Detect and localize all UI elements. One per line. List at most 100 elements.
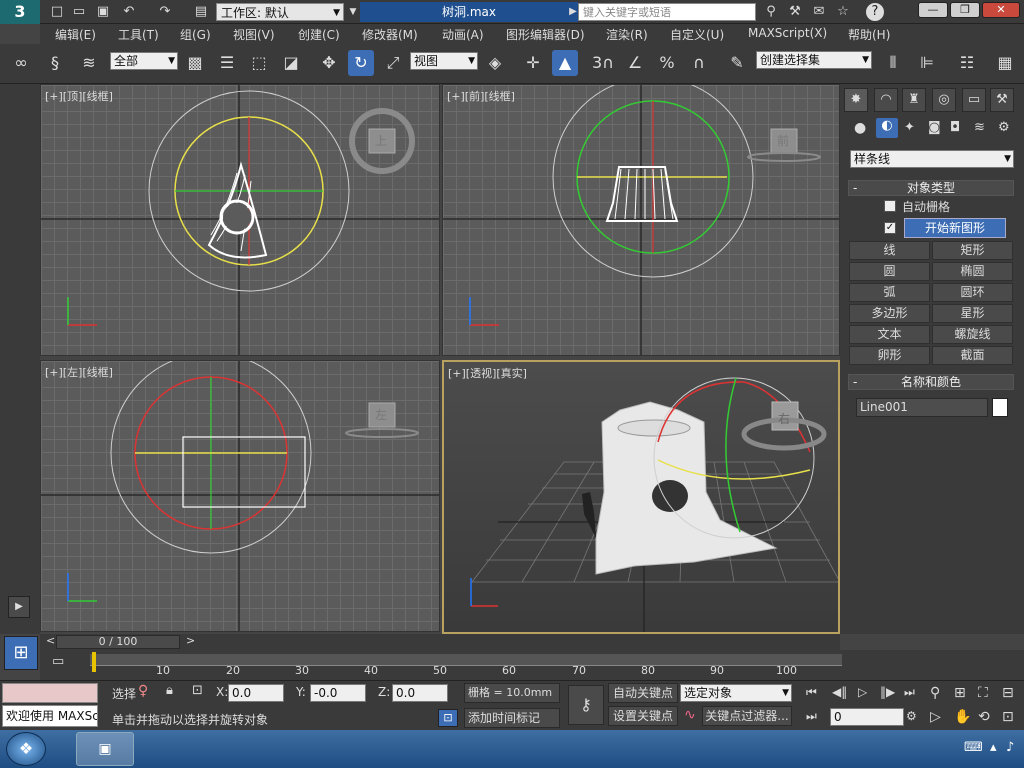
time-next-icon[interactable]: > [186,634,195,647]
prev-frame-icon[interactable]: ◀‖ [832,685,847,699]
workspace-dropdown[interactable]: 工作区: 默认 ▼ [216,3,344,21]
select-object-icon[interactable]: ▩ [182,50,208,76]
redo-icon[interactable]: ↷ [156,3,174,21]
utilities-tab-icon[interactable]: ⚒ [990,88,1014,112]
geometry-category-icon[interactable]: ● [854,120,866,136]
binoculars-icon[interactable]: ⚲ [762,3,780,21]
start-new-shape-checkbox[interactable]: ✓ [884,222,896,234]
time-prev-icon[interactable]: < [46,634,55,647]
mini-curve-editor-icon[interactable]: ▭ [52,654,64,669]
object-type-rollout-header[interactable]: - 对象类型 [848,180,1014,196]
time-config-icon[interactable]: ⚙ [906,709,917,723]
project-folder-icon[interactable]: ▤ [192,3,210,21]
circle-button[interactable]: 圆 [849,262,930,281]
section-button[interactable]: 截面 [932,346,1013,365]
angle-snap-icon[interactable]: ∠ [622,50,648,76]
start-new-shape-button[interactable]: 开始新图形 [904,218,1006,238]
zoom-extents-all-icon[interactable]: ⊟ [1002,685,1014,701]
current-frame-marker[interactable] [92,652,96,672]
expand-scene-explorer-button[interactable]: ▶ [8,596,30,618]
x-coordinate-input[interactable]: 0.0 [228,684,284,702]
percent-snap-icon[interactable]: % [654,50,680,76]
new-file-icon[interactable]: □ [48,3,66,21]
set-key-button[interactable]: 设置关键点 [608,706,678,726]
viewport-front[interactable]: [+][前][线框] 前 [442,84,840,356]
helpers-category-icon[interactable]: ◘ [950,120,960,135]
auto-key-button[interactable]: 自动关键点 [608,683,678,703]
time-slider[interactable]: 0 / 100 [56,635,180,649]
favorites-star-icon[interactable]: ☆ [834,3,852,21]
layer-manager-icon[interactable]: ☷ [954,50,980,76]
select-move-icon[interactable]: ✥ [316,50,342,76]
rectangle-button[interactable]: 矩形 [932,241,1013,260]
unlink-icon[interactable]: § [42,50,68,76]
rectangular-selection-icon[interactable]: ⬚ [246,50,272,76]
zoom-all-icon[interactable]: ⊞ [954,685,966,701]
menu-modifiers[interactable]: 修改器(M) [362,26,418,43]
menu-rendering[interactable]: 渲染(R) [606,26,648,43]
menu-views[interactable]: 视图(V) [233,26,275,43]
pivot-center-icon[interactable]: ◈ [482,50,508,76]
object-name-input[interactable]: Line001 [856,398,988,417]
arc-button[interactable]: 弧 [849,283,930,302]
selection-filter-dropdown[interactable]: 全部 ▼ [110,52,178,70]
edit-named-selection-icon[interactable]: ✎ [724,50,750,76]
viewcube-front-face[interactable]: 前 [777,132,789,149]
maximize-viewport-icon[interactable]: ⊡ [1002,709,1014,725]
tray-arrow-icon[interactable]: ▴ [990,740,997,755]
field-of-view-icon[interactable]: ▷ [930,709,941,725]
add-time-tag-button[interactable]: 添加时间标记 [464,708,560,728]
shapes-category-icon[interactable]: ◐ [876,118,898,138]
name-color-rollout-header[interactable]: - 名称和颜色 [848,374,1014,390]
z-coordinate-input[interactable]: 0.0 [392,684,448,702]
next-frame-icon[interactable]: ‖▶ [880,685,895,699]
menu-maxscript[interactable]: MAXScript(X) [748,26,827,40]
keyboard-tray-icon[interactable]: ⌨ [964,740,983,755]
track-bar-ruler[interactable] [90,654,842,666]
zoom-extents-icon[interactable]: ⛶ [978,685,988,701]
app-logo-button[interactable]: 3 [0,0,40,24]
auto-grid-checkbox[interactable] [884,200,896,212]
create-tab-icon[interactable]: ✸ [844,88,868,112]
systems-category-icon[interactable]: ⚙ [998,120,1010,135]
close-button[interactable]: ✕ [982,2,1020,18]
current-frame-input[interactable]: 0 [830,708,904,726]
donut-button[interactable]: 圆环 [932,283,1013,302]
select-rotate-icon[interactable]: ↻ [348,50,374,76]
category-dropdown[interactable]: 样条线 ▼ [850,150,1014,168]
line-button[interactable]: 线 [849,241,930,260]
ellipse-button[interactable]: 椭圆 [932,262,1013,281]
object-color-swatch[interactable] [992,398,1008,417]
key-filters-button[interactable]: 关键点过滤器... [702,706,792,726]
taskbar-3dsmax-icon[interactable]: ▣ [76,732,134,766]
ngon-button[interactable]: 多边形 [849,304,930,323]
menu-customize[interactable]: 自定义(U) [670,26,724,43]
lights-category-icon[interactable]: ✦ [904,120,915,135]
snaps-toggle-icon[interactable]: 3∩ [590,50,616,76]
motion-tab-icon[interactable]: ◎ [932,88,956,112]
selection-lock-icon[interactable]: 🔒︎ [166,683,173,698]
play-icon[interactable]: ▷ [858,685,867,699]
orbit-icon[interactable]: ⟲ [978,709,990,725]
undo-icon[interactable]: ↶ [120,3,138,21]
cameras-category-icon[interactable]: ◙ [928,120,941,135]
reference-coordinate-dropdown[interactable]: 视图 ▼ [410,52,478,70]
set-key-big-icon[interactable]: ⚷ [568,685,604,725]
maxscript-listener-pink[interactable] [2,683,98,703]
text-button[interactable]: 文本 [849,325,930,344]
keyboard-shortcut-override-icon[interactable]: ▲ [552,50,578,76]
minimize-button[interactable]: — [918,2,948,18]
select-manipulate-icon[interactable]: ✛ [520,50,546,76]
select-by-name-icon[interactable]: ☰ [214,50,240,76]
search-input[interactable]: 键入关键字或短语 [578,3,756,21]
mirror-icon[interactable]: ⫴ [880,50,906,76]
spacewarps-category-icon[interactable]: ≋ [974,120,985,135]
align-icon[interactable]: ⊫ [914,50,940,76]
bind-space-warp-icon[interactable]: ≋ [76,50,102,76]
menu-animation[interactable]: 动画(A) [442,26,484,43]
egg-button[interactable]: 卵形 [849,346,930,365]
zoom-icon[interactable]: ⚲ [930,685,940,701]
select-scale-icon[interactable]: ⤢ [380,50,406,76]
isolate-selection-icon[interactable]: ♀ [138,683,148,699]
viewcube-persp-face[interactable]: 右 [778,410,790,427]
